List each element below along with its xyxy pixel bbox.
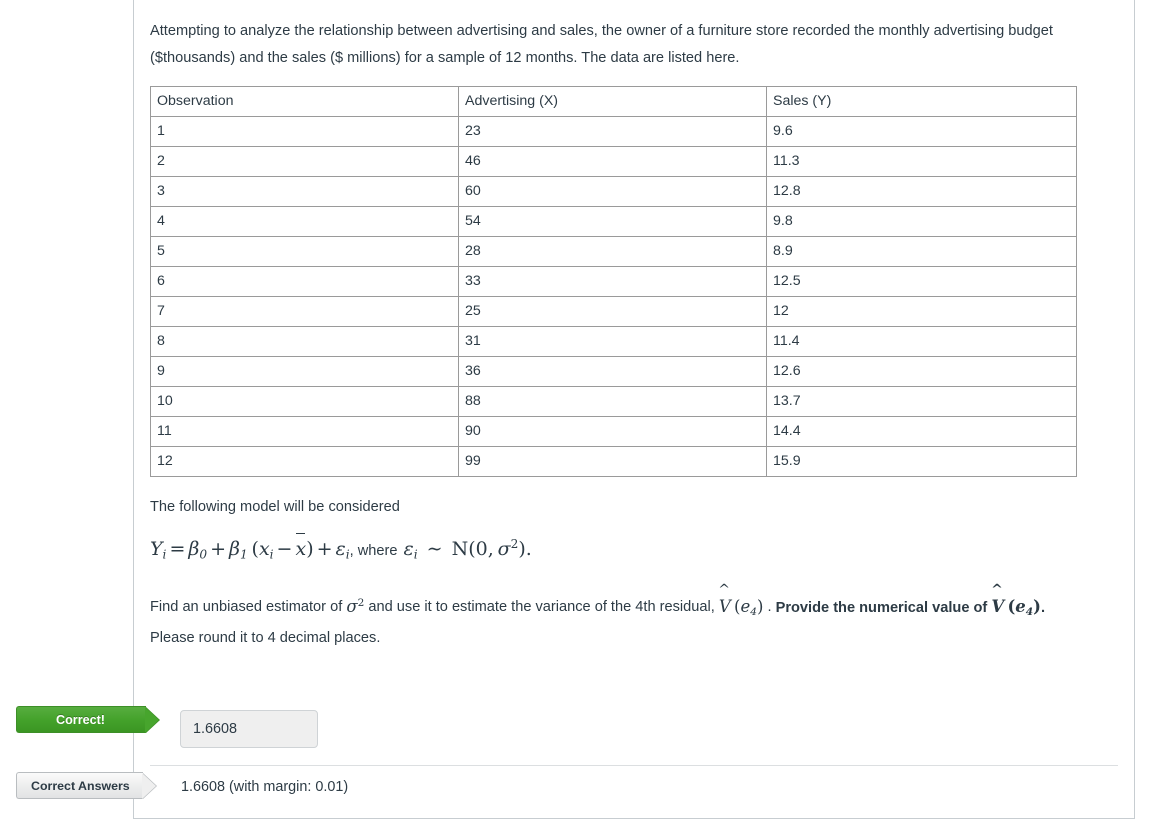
question-ask: Find an unbiased estimator of σ2 and use… — [150, 589, 1090, 650]
cell-advertising: 36 — [458, 356, 767, 387]
cell-observation: 12 — [150, 446, 459, 477]
cell-advertising: 28 — [458, 236, 767, 267]
cell-observation: 5 — [150, 236, 459, 267]
cell-observation: 1 — [150, 116, 459, 147]
table-row: 12 99 15.9 — [150, 446, 1077, 477]
cell-advertising: 31 — [458, 326, 767, 357]
table-row: 10 88 13.7 — [150, 386, 1077, 417]
ask-text-part-2: and use it to estimate the variance of t… — [368, 599, 715, 616]
correct-answer-value: 1.6608 (with margin: 0.01) — [181, 779, 349, 795]
table-row: 1 23 9.6 — [150, 116, 1077, 147]
cell-sales: 9.6 — [766, 116, 1077, 147]
question-body: Attempting to analyze the relationship b… — [150, 18, 1090, 651]
question-prompt: Attempting to analyze the relationship b… — [150, 23, 1053, 66]
cell-sales: 11.4 — [766, 326, 1077, 357]
advertising-sales-table: Observation Advertising (X) Sales (Y) 1 … — [150, 86, 1077, 477]
table-row: 11 90 14.4 — [150, 416, 1077, 447]
model-lead-text: The following model will be considered — [150, 499, 400, 515]
ask-text-part-3: Please round it to 4 decimal places. — [150, 629, 381, 646]
table-row: 8 31 11.4 — [150, 326, 1077, 357]
table-header-row: Observation Advertising (X) Sales (Y) — [150, 86, 1077, 117]
cell-observation: 10 — [150, 386, 459, 417]
cell-advertising: 60 — [458, 176, 767, 207]
ask-text-part-1: Find an unbiased estimator of — [150, 599, 343, 616]
formula-expression: Yi = β0 + β1 (xi − x) + εi, where εi ∼ N(0, σ2). — [150, 532, 532, 561]
cell-advertising: 88 — [458, 386, 767, 417]
column-header-advertising: Advertising (X) — [458, 86, 767, 117]
answer-input[interactable]: 1.6608 — [180, 710, 318, 748]
formula-where-label: , where — [349, 543, 398, 560]
table-row: 3 60 12.8 — [150, 176, 1077, 207]
cell-observation: 9 — [150, 356, 459, 387]
column-header-sales: Sales (Y) — [766, 86, 1077, 117]
sigma-squared-symbol: σ2 — [346, 596, 365, 616]
status-badge-correct-answers: Correct Answers — [16, 772, 143, 799]
table-row: 6 33 12.5 — [150, 266, 1077, 297]
cell-sales: 9.8 — [766, 206, 1077, 237]
cell-observation: 11 — [150, 416, 459, 447]
answers-separator — [150, 765, 1118, 766]
cell-observation: 6 — [150, 266, 459, 297]
cell-sales: 14.4 — [766, 416, 1077, 447]
cell-advertising: 90 — [458, 416, 767, 447]
cell-advertising: 99 — [458, 446, 767, 477]
cell-observation: 4 — [150, 206, 459, 237]
status-badge-correct: Correct! — [16, 706, 146, 733]
cell-sales: 12.6 — [766, 356, 1077, 387]
cell-advertising: 25 — [458, 296, 767, 327]
v-hat-e4-symbol-bold: V (e4) — [991, 597, 1041, 618]
cell-advertising: 54 — [458, 206, 767, 237]
table-row: 9 36 12.6 — [150, 356, 1077, 387]
cell-advertising: 23 — [458, 116, 767, 147]
cell-sales: 12 — [766, 296, 1077, 327]
cell-sales: 12.5 — [766, 266, 1077, 297]
cell-sales: 11.3 — [766, 146, 1077, 177]
ask-bold-period: . — [1040, 599, 1045, 616]
table-row: 4 54 9.8 — [150, 206, 1077, 237]
quiz-question-frame: Attempting to analyze the relationship b… — [0, 0, 1155, 836]
cell-sales: 13.7 — [766, 386, 1077, 417]
table-row: 5 28 8.9 — [150, 236, 1077, 267]
ask-bold-segment: Provide the numerical value of V (e4). — [775, 597, 1045, 618]
cell-observation: 3 — [150, 176, 459, 207]
cell-observation: 7 — [150, 296, 459, 327]
cell-advertising: 46 — [458, 146, 767, 177]
table-row: 2 46 11.3 — [150, 146, 1077, 177]
answer-row: Correct! 1.6608 Correct Answers — [0, 700, 1155, 799]
column-header-observation: Observation — [150, 86, 459, 117]
cell-advertising: 33 — [458, 266, 767, 297]
cell-observation: 8 — [150, 326, 459, 357]
v-hat-e4-symbol: V (e4) — [719, 597, 764, 618]
cell-observation: 2 — [150, 146, 459, 177]
cell-sales: 12.8 — [766, 176, 1077, 207]
ask-period: . — [767, 599, 772, 616]
cell-sales: 15.9 — [766, 446, 1077, 477]
ask-bold-text: Provide the numerical value of — [775, 599, 988, 616]
table-row: 7 25 12 — [150, 296, 1077, 327]
model-formula: Yi = β0 + β1 (xi − x) + εi, where εi ∼ N(0, σ2). — [150, 529, 1090, 569]
cell-sales: 8.9 — [766, 236, 1077, 267]
